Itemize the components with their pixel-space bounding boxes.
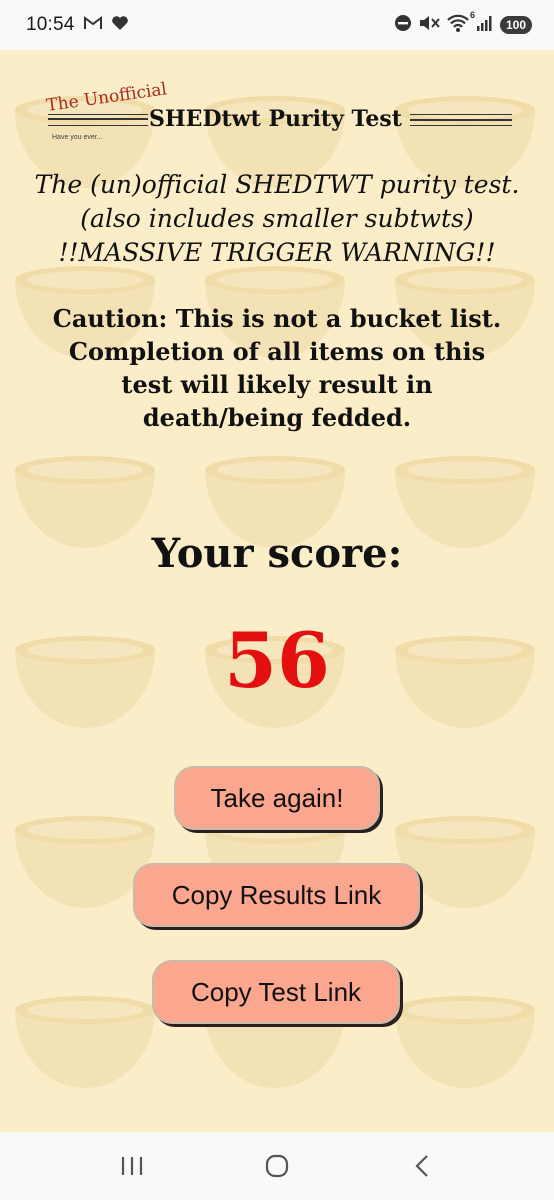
back-icon [415, 1155, 428, 1177]
status-bar: 10:54 6 100 [0, 0, 554, 50]
copy-test-link-button[interactable]: Copy Test Link [152, 960, 400, 1024]
recents-button[interactable] [102, 1146, 162, 1186]
score-value: 56 [224, 616, 330, 705]
status-left: 10:54 [26, 14, 129, 36]
wifi-label: 6 [469, 9, 475, 20]
heart-icon [111, 15, 129, 36]
caution-line: Completion of all items on this [68, 337, 486, 366]
logo-strikethrough [48, 118, 148, 120]
logo-rule-right [410, 114, 512, 126]
intro-line: (also includes smaller subtwts) [80, 204, 474, 233]
status-time: 10:54 [26, 14, 75, 35]
caution-line: death/being fedded. [142, 403, 412, 432]
system-nav-bar [0, 1132, 554, 1200]
site-logo: The Unofficial SHEDtwt Purity Test Have … [45, 79, 512, 146]
intro-line: The (un)official SHEDTWT purity test. [34, 170, 520, 199]
intro-text: The (un)official SHEDTWT purity test. (a… [0, 168, 554, 270]
back-button[interactable] [392, 1146, 452, 1186]
copy-results-link-button[interactable]: Copy Results Link [133, 863, 420, 927]
home-icon [265, 1154, 289, 1178]
caution-line: Caution: This is not a bucket list. [52, 304, 502, 333]
battery-icon: 100 [499, 16, 532, 34]
caution-text: Caution: This is not a bucket list. Comp… [30, 302, 524, 434]
score-label: Your score: [151, 530, 403, 577]
signal-icon [476, 14, 494, 37]
mute-icon [418, 14, 440, 37]
logo-title: SHEDtwt Purity Test [149, 106, 402, 132]
recents-icon [122, 1157, 143, 1175]
logo-tagline: Have you ever... [52, 134, 103, 141]
page-content: The Unofficial SHEDtwt Purity Test Have … [0, 50, 554, 1132]
gmail-icon [83, 15, 103, 36]
intro-line: !!MASSIVE TRIGGER WARNING!! [58, 238, 496, 267]
dnd-icon [394, 14, 412, 37]
logo-rule-left [48, 114, 148, 126]
wifi-icon: 6 [446, 10, 475, 38]
home-button[interactable] [247, 1146, 307, 1186]
status-right: 6 100 [394, 10, 532, 38]
caution-line: test will likely result in [121, 370, 433, 399]
take-again-button[interactable]: Take again! [174, 766, 380, 830]
